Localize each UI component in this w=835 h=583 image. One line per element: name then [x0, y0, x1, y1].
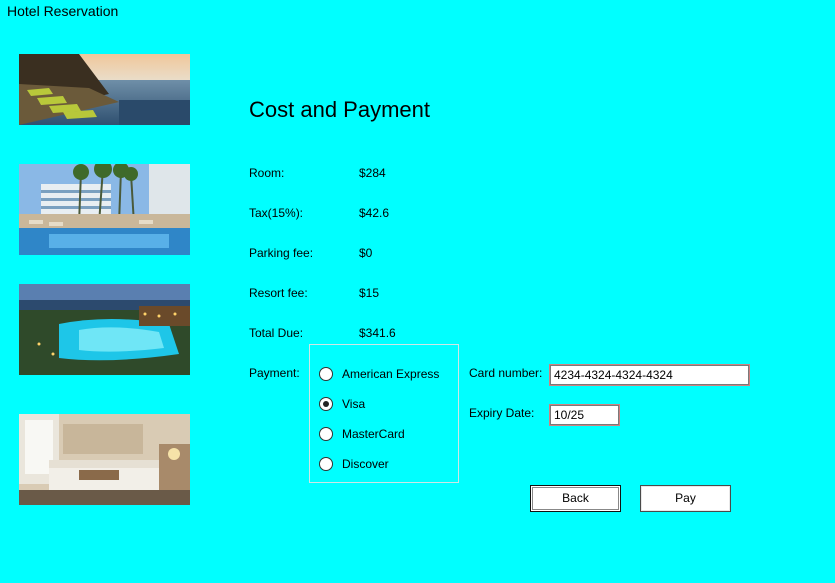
radio-mastercard[interactable]: MasterCard — [319, 427, 405, 441]
payment-method-group: American Express Visa MasterCard Discove… — [309, 344, 459, 483]
tax-value: $42.6 — [359, 206, 390, 220]
radio-discover[interactable]: Discover — [319, 457, 389, 471]
parking-fee-value: $0 — [359, 246, 373, 260]
card-number-field[interactable]: 4234-4324-4324-4324 — [549, 364, 750, 386]
radio-visa[interactable]: Visa — [319, 397, 365, 411]
pool-lounge-photo — [19, 54, 190, 125]
radio-label: MasterCard — [342, 427, 405, 441]
tax-label: Tax(15%): — [249, 206, 304, 220]
back-button[interactable]: Back — [530, 485, 621, 512]
parking-fee-label: Parking fee: — [249, 246, 314, 260]
total-due-label: Total Due: — [249, 326, 304, 340]
radio-label: American Express — [342, 367, 440, 381]
expiry-date-field[interactable]: 10/25 — [549, 404, 620, 426]
payment-label: Payment: — [249, 366, 300, 380]
page-title: Cost and Payment — [249, 97, 430, 122]
room-label: Room: — [249, 166, 285, 180]
radio-label: Visa — [342, 397, 366, 411]
pay-button[interactable]: Pay — [640, 485, 731, 512]
radio-american-express[interactable]: American Express — [319, 367, 439, 381]
radio-button[interactable] — [319, 367, 333, 381]
radio-button[interactable] — [319, 457, 333, 471]
expiry-date-label: Expiry Date: — [469, 406, 535, 420]
radio-label: Discover — [342, 457, 389, 471]
radio-button[interactable] — [319, 427, 333, 441]
radio-button-selected[interactable] — [319, 397, 333, 411]
total-due-value: $341.6 — [359, 326, 396, 340]
resort-fee-label: Resort fee: — [249, 286, 308, 300]
card-number-label: Card number: — [469, 366, 543, 380]
hotel-room-photo — [19, 414, 190, 505]
resort-night-pool-photo — [19, 284, 190, 375]
window-title: Hotel Reservation — [7, 3, 119, 19]
resort-fee-value: $15 — [359, 286, 380, 300]
room-value: $284 — [359, 166, 386, 180]
palm-hotel-pool-photo — [19, 164, 190, 255]
